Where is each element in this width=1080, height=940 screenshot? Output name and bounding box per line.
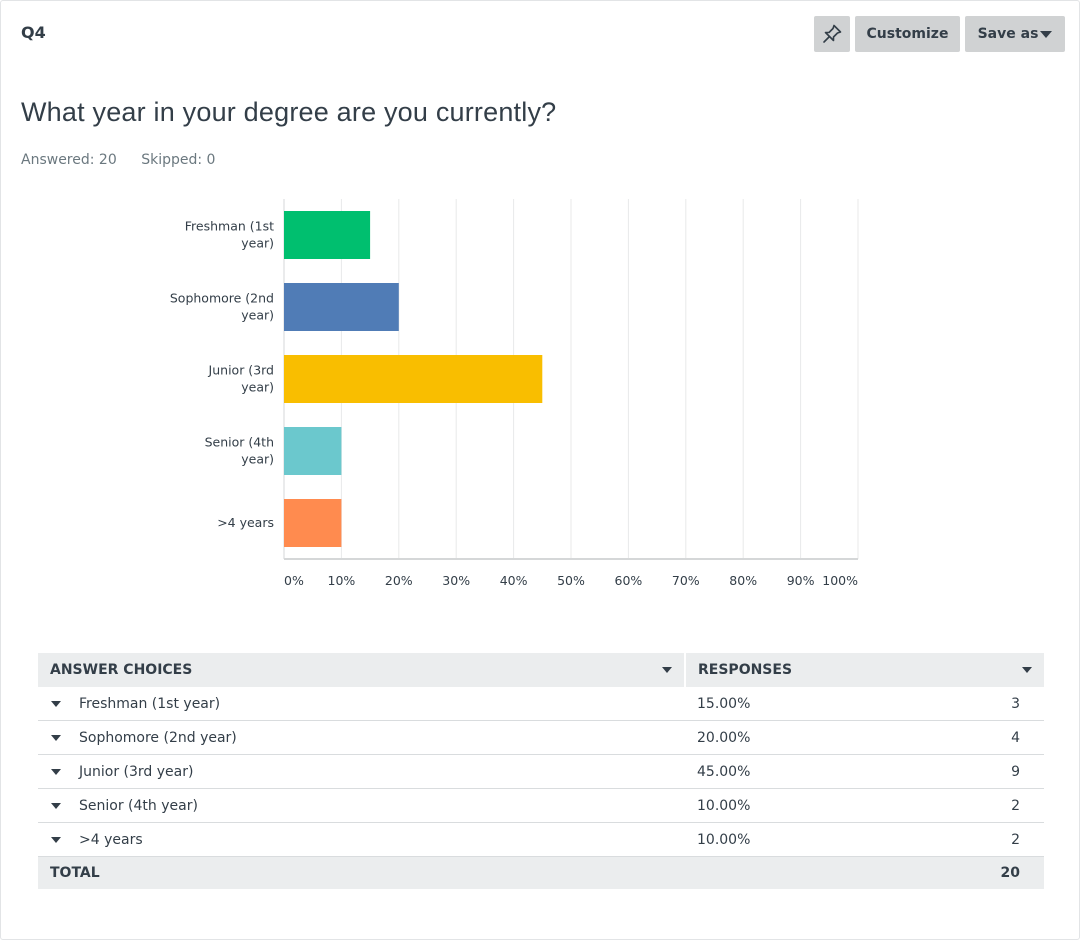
answer-choice-cell: Freshman (1st year) xyxy=(38,687,685,721)
table-row: Senior (4th year) 10.00% 2 xyxy=(38,788,1044,823)
sort-caret-icon xyxy=(1022,667,1032,673)
total-label: TOTAL xyxy=(38,856,685,889)
x-tick-label: 20% xyxy=(385,573,413,588)
answer-choice-cell: Sophomore (2nd year) xyxy=(38,720,685,755)
x-tick-label: 90% xyxy=(787,573,815,588)
chevron-down-icon xyxy=(1040,30,1053,38)
expand-caret-icon[interactable] xyxy=(51,802,61,809)
save-as-button[interactable]: Save as xyxy=(965,16,1065,52)
response-count: 4 xyxy=(909,720,1044,755)
x-tick-label: 100% xyxy=(822,573,858,588)
pin-button[interactable] xyxy=(814,16,850,52)
category-label: Freshman (1st year) xyxy=(185,219,274,251)
bar xyxy=(284,427,342,475)
answer-choice-cell: >4 years xyxy=(38,822,685,857)
save-as-label: Save as xyxy=(977,26,1039,42)
category-label: >4 years xyxy=(217,515,274,530)
answer-choice-cell: Junior (3rd year) xyxy=(38,754,685,789)
question-number: Q4 xyxy=(21,23,46,42)
table-row: Freshman (1st year) 15.00% 3 xyxy=(38,687,1044,721)
responses-header[interactable]: RESPONSES xyxy=(685,653,1044,687)
response-count: 9 xyxy=(909,754,1044,789)
total-spacer xyxy=(685,856,909,889)
answer-choices-header[interactable]: ANSWER CHOICES xyxy=(38,653,686,687)
response-percent: 20.00% xyxy=(685,720,909,755)
skipped-count: Skipped: 0 xyxy=(141,152,216,168)
expand-caret-icon[interactable] xyxy=(51,836,61,843)
bar xyxy=(284,355,543,403)
x-tick-label: 40% xyxy=(500,573,528,588)
response-percent: 10.00% xyxy=(685,788,909,823)
table-row: Junior (3rd year) 45.00% 9 xyxy=(38,754,1044,789)
x-tick-label: 30% xyxy=(442,573,470,588)
table-row: >4 years 10.00% 2 xyxy=(38,822,1044,857)
sort-caret-icon xyxy=(662,667,672,673)
response-count: 3 xyxy=(909,687,1044,721)
response-percent: 45.00% xyxy=(685,754,909,789)
x-tick-label: 10% xyxy=(328,573,356,588)
pin-icon xyxy=(823,24,842,43)
table-header-row: ANSWER CHOICES RESPONSES xyxy=(38,653,1044,687)
x-tick-label: 70% xyxy=(672,573,700,588)
response-percent: 10.00% xyxy=(685,822,909,857)
expand-caret-icon[interactable] xyxy=(51,768,61,775)
customize-button[interactable]: Customize xyxy=(855,16,960,52)
x-tick-label: 80% xyxy=(729,573,757,588)
category-label: Junior (3rd year) xyxy=(208,363,274,395)
x-tick-label: 0% xyxy=(284,573,304,588)
bar xyxy=(284,283,399,331)
category-label: Sophomore (2nd year) xyxy=(170,291,274,323)
bar-chart: Freshman (1st year) Sophomore (2nd year) Jun… xyxy=(170,199,859,588)
bar xyxy=(284,211,371,259)
answered-count: Answered: 20 xyxy=(21,152,117,168)
answer-table: ANSWER CHOICES RESPONSES Freshman (1st y… xyxy=(38,653,1044,889)
response-count: 2 xyxy=(909,788,1044,823)
expand-caret-icon[interactable] xyxy=(51,700,61,707)
x-tick-label: 50% xyxy=(557,573,585,588)
toolbar: Customize Save as xyxy=(814,16,1065,52)
response-count: 2 xyxy=(909,822,1044,857)
answer-choice-cell: Senior (4th year) xyxy=(38,788,685,823)
response-stats: Answered: 20 Skipped: 0 xyxy=(21,152,215,168)
bar xyxy=(284,499,342,547)
table-row: Sophomore (2nd year) 20.00% 4 xyxy=(38,720,1044,755)
question-card: Q4 Customize Save as What year in your d… xyxy=(0,0,1080,940)
expand-caret-icon[interactable] xyxy=(51,734,61,741)
question-title: What year in your degree are you current… xyxy=(21,97,557,127)
response-percent: 15.00% xyxy=(685,687,909,721)
x-tick-label: 60% xyxy=(615,573,643,588)
category-label: Senior (4th year) xyxy=(205,435,274,467)
total-row: TOTAL 20 xyxy=(38,856,1044,889)
total-count: 20 xyxy=(909,856,1044,889)
